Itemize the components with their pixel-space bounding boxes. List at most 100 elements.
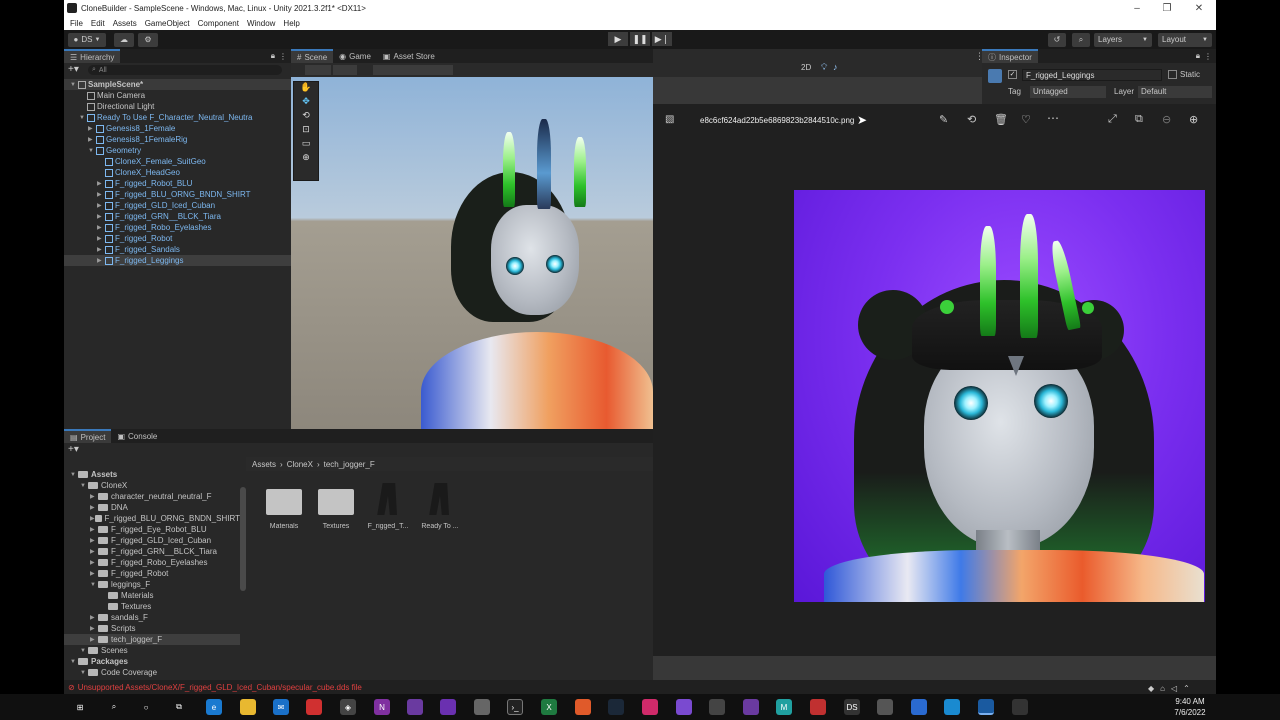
folder-tree-item[interactable]: ▼ CloneX (64, 480, 240, 491)
hierarchy-row[interactable]: Main Camera (64, 90, 291, 101)
folder-tree-item[interactable]: ▼ leggings_F (64, 579, 240, 590)
scene-viewport[interactable] (291, 77, 653, 429)
breadcrumb-clonex[interactable]: CloneX (287, 460, 313, 469)
database-icon[interactable] (474, 699, 490, 715)
rotate-tool-icon[interactable]: ⟲ (294, 110, 318, 124)
minimize-icon[interactable]: – (1122, 0, 1152, 16)
expand-arrow-icon[interactable]: ▼ (70, 659, 78, 665)
expand-arrow-icon[interactable]: ▶ (97, 213, 105, 220)
mail-icon[interactable]: ✉ (273, 699, 289, 715)
discord-icon[interactable] (676, 699, 692, 715)
search-icon[interactable]: ⌕ (1072, 32, 1090, 47)
hierarchy-row[interactable]: ▶ F_rigged_Leggings (64, 255, 291, 266)
transform-tool-icon[interactable]: ⊕ (294, 152, 318, 166)
breadcrumb-tech-jogger[interactable]: tech_jogger_F (324, 460, 375, 469)
tab-scene[interactable]: # Scene (291, 49, 334, 63)
object-name-field[interactable]: F_rigged_Leggings (1022, 69, 1162, 81)
expand-icon[interactable]: ⤢ (1108, 113, 1117, 126)
expand-arrow-icon[interactable]: ▶ (90, 559, 98, 566)
visual-studio-icon[interactable] (407, 699, 423, 715)
layer-dropdown[interactable]: Default (1138, 86, 1212, 98)
unity-hub-icon[interactable]: ◈ (340, 699, 356, 715)
menu-file[interactable]: File (70, 19, 83, 28)
play-button[interactable]: ▶ (608, 32, 628, 46)
add-icon[interactable]: +▾ (68, 64, 79, 75)
expand-arrow-icon[interactable]: ▶ (90, 526, 98, 533)
folder-tree-item[interactable]: Textures (64, 601, 240, 612)
cortana-icon[interactable]: ○ (138, 699, 154, 715)
calculator-icon[interactable] (911, 699, 927, 715)
hand-tool-icon[interactable]: ✋ (294, 82, 318, 96)
folder-tree-item[interactable]: ▶ DNA (64, 502, 240, 513)
tree-scrollbar[interactable] (240, 487, 246, 591)
expand-arrow-icon[interactable]: ▶ (97, 180, 105, 187)
expand-arrow-icon[interactable]: ▼ (90, 582, 98, 588)
chevron-up-icon[interactable]: ⌃ (1183, 684, 1190, 694)
active-checkbox[interactable]: ✓ (1008, 70, 1017, 79)
hierarchy-row[interactable]: ▶ Genesis8_1FemaleRig (64, 134, 291, 145)
tray-icon[interactable]: ◆ (1148, 684, 1154, 694)
maya-icon[interactable]: M (776, 699, 792, 715)
onenote-icon[interactable]: N (374, 699, 390, 715)
expand-arrow-icon[interactable]: ▶ (97, 224, 105, 231)
expand-arrow-icon[interactable]: ▶ (90, 493, 98, 500)
excel-icon[interactable]: X (541, 699, 557, 715)
vs-code-icon[interactable] (743, 699, 759, 715)
folder-tree-item[interactable]: ▼ Scenes (64, 645, 240, 656)
folder-tree-item[interactable]: ▼ Packages (64, 656, 240, 667)
status-error-text[interactable]: Unsupported Assets/CloneX/F_rigged_GLD_I… (78, 683, 362, 692)
account-button[interactable]: ● DS ▼ (68, 32, 106, 47)
expand-arrow-icon[interactable]: ▶ (88, 136, 96, 143)
tag-dropdown[interactable]: Untagged (1030, 86, 1106, 98)
add-icon[interactable]: +▾ (68, 444, 79, 455)
static-checkbox[interactable] (1168, 70, 1177, 79)
daz-studio-icon[interactable]: DS (844, 699, 860, 715)
cloud-icon[interactable]: ☁ (114, 32, 134, 47)
asset-model[interactable]: Ready To ... (416, 479, 464, 537)
expand-arrow-icon[interactable]: ▶ (90, 537, 98, 544)
rect-tool-icon[interactable]: ▭ (294, 138, 318, 152)
expand-arrow-icon[interactable]: ▼ (70, 82, 78, 88)
lock-icon[interactable]: 🔒︎ (1196, 51, 1200, 61)
restore-icon[interactable]: ❐ (1152, 0, 1182, 16)
history-icon[interactable]: ↺ (1048, 32, 1066, 47)
expand-arrow-icon[interactable]: ▶ (97, 191, 105, 198)
menu-window[interactable]: Window (247, 19, 275, 28)
hierarchy-row[interactable]: ▶ F_rigged_Robo_Eyelashes (64, 222, 291, 233)
fit-icon[interactable]: ⧉ (1135, 113, 1143, 126)
edge-icon[interactable]: e (206, 699, 222, 715)
tab-project[interactable]: ▤ Project (64, 429, 112, 443)
hierarchy-row[interactable]: ▼ SampleScene* (64, 79, 291, 90)
move-tool-icon[interactable]: ✥ (294, 96, 318, 110)
github-icon[interactable] (440, 699, 456, 715)
expand-arrow-icon[interactable]: ▶ (90, 636, 98, 643)
hierarchy-row[interactable]: ▶ F_rigged_Robot (64, 233, 291, 244)
expand-arrow-icon[interactable]: ▼ (70, 472, 78, 478)
folder-tree-item[interactable]: ▶ F_rigged_GLD_Iced_Cuban (64, 535, 240, 546)
folder-tree-item[interactable]: ▼ Assets (64, 469, 240, 480)
hierarchy-row[interactable]: ▼ Ready To Use F_Character_Neutral_Neutra (64, 112, 291, 123)
notepad-icon[interactable] (944, 699, 960, 715)
kebab-menu-icon[interactable]: ⋮ (1204, 52, 1212, 61)
layers-dropdown[interactable]: Layers ▼ (1094, 32, 1152, 47)
expand-arrow-icon[interactable]: ▶ (90, 548, 98, 555)
layout-dropdown[interactable]: Layout ▼ (1158, 32, 1212, 47)
expand-arrow-icon[interactable]: ▶ (90, 570, 98, 577)
draw-mode-dropdown[interactable] (305, 65, 331, 75)
steam-icon[interactable] (608, 699, 624, 715)
menu-help[interactable]: Help (283, 19, 299, 28)
asset-model[interactable]: F_rigged_T... (364, 479, 412, 537)
asset-folder[interactable]: Textures (312, 479, 360, 537)
tab-asset-store[interactable]: ▣ Asset Store (377, 49, 441, 63)
expand-arrow-icon[interactable]: ▶ (90, 614, 98, 621)
task-view-icon[interactable]: ⧉ (171, 699, 187, 715)
expand-arrow-icon[interactable]: ▶ (90, 625, 98, 632)
folder-tree-item[interactable]: ▶ tech_jogger_F (64, 634, 240, 645)
search-icon[interactable]: ⌕ (106, 699, 122, 715)
expand-arrow-icon[interactable]: ▼ (80, 670, 88, 676)
terminal-icon[interactable]: ›_ (507, 699, 523, 715)
folder-tree-item[interactable]: ▶ Scripts (64, 623, 240, 634)
unity-icon[interactable] (709, 699, 725, 715)
folder-tree-item[interactable]: ▶ F_rigged_Robo_Eyelashes (64, 557, 240, 568)
audio-icon[interactable]: ♪ (833, 62, 838, 72)
